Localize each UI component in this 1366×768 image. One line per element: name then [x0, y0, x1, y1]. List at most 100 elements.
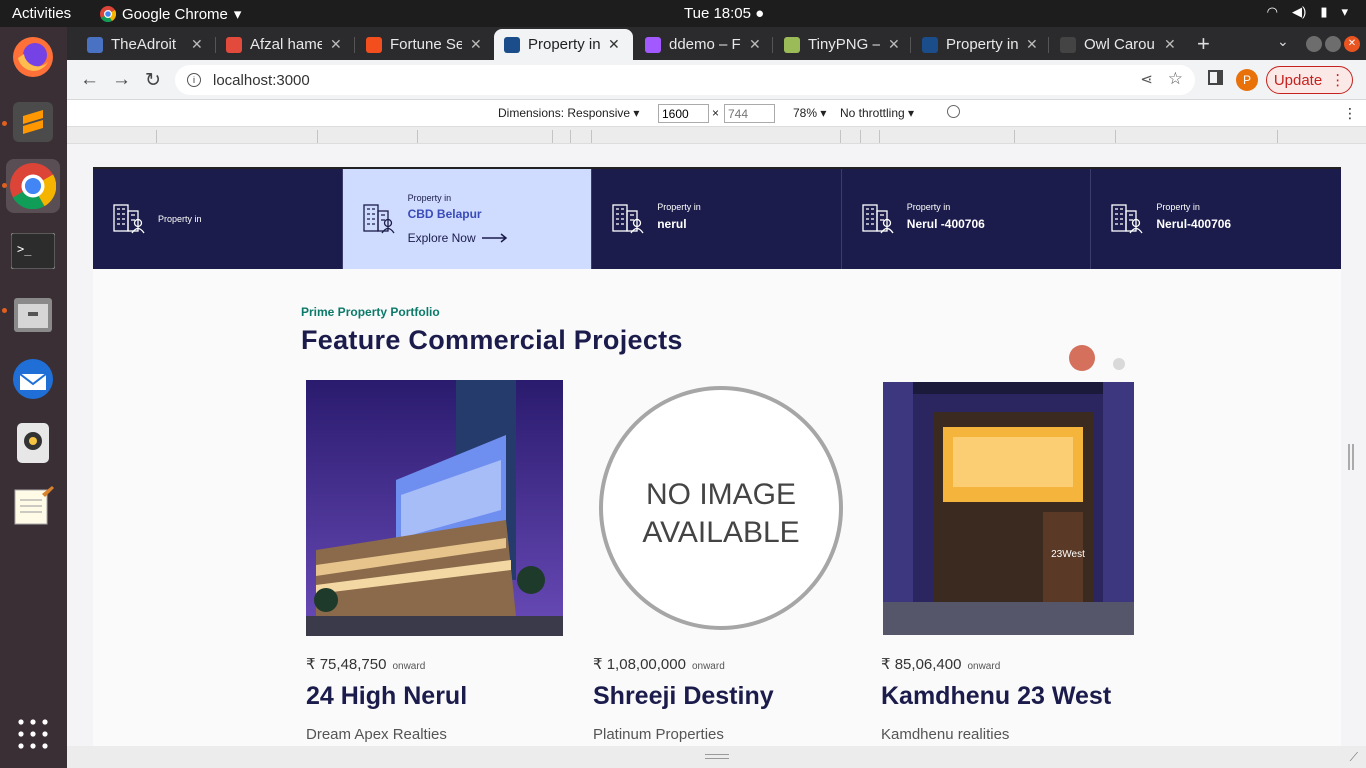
close-tab-icon[interactable]: ✕ — [1164, 36, 1176, 53]
firefox-icon[interactable] — [6, 30, 60, 84]
location-name: nerul — [657, 217, 687, 231]
device-height-input[interactable] — [724, 104, 775, 123]
app-name: Google Chrome — [122, 5, 228, 23]
location-tile-active[interactable]: Property in CBD Belapur Explore Now — [342, 169, 593, 269]
carousel-dot[interactable] — [1113, 358, 1125, 370]
site-info-icon[interactable]: i — [187, 73, 201, 87]
chrome-dock-icon[interactable] — [6, 159, 60, 213]
tab-title: Afzal hame — [250, 36, 322, 53]
tab-search-icon[interactable]: ⌄ — [1277, 33, 1289, 50]
media-query-ruler[interactable] — [67, 127, 1366, 144]
browser-tab[interactable]: ddemo – Fi ✕ — [635, 29, 771, 60]
speaker-app-icon[interactable] — [6, 416, 60, 470]
resize-bar-bottom[interactable]: ⟋ — [67, 746, 1366, 768]
show-applications-icon[interactable] — [6, 707, 60, 761]
carousel-dot-active[interactable] — [1069, 345, 1095, 371]
activities-button[interactable]: Activities — [12, 5, 71, 22]
resize-corner-icon[interactable]: ⟋ — [1350, 750, 1358, 765]
tab-title: Property in — [528, 36, 600, 53]
location-tile[interactable]: Property in nerul — [592, 169, 842, 269]
files-icon[interactable] — [6, 287, 60, 341]
project-price: ₹ 85,06,400 onward — [881, 656, 1001, 673]
browser-tab[interactable]: Fortune Se ✕ — [356, 29, 492, 60]
resize-handle-right-icon[interactable] — [1348, 444, 1354, 470]
forward-icon[interactable]: → — [112, 69, 131, 91]
project-image — [306, 380, 563, 636]
tab-favicon-icon — [645, 36, 661, 53]
rotate-icon[interactable] — [947, 105, 960, 118]
tab-title: ddemo – Fi — [669, 36, 741, 53]
url-text: localhost:3000 — [213, 71, 310, 89]
svg-text:>_: >_ — [17, 242, 32, 256]
location-tile[interactable]: Property in — [93, 169, 343, 269]
browser-toolbar: ← → ↻ i localhost:3000 ⋖ ☆ P Update ⋮ — [67, 60, 1366, 100]
browser-tab-active[interactable]: Property in ✕ — [494, 29, 633, 60]
close-tab-icon[interactable]: ✕ — [330, 36, 342, 53]
location-prefix: Property in — [906, 202, 951, 212]
running-indicator — [2, 183, 7, 188]
project-name: Kamdhenu 23 West — [881, 682, 1112, 710]
project-price: ₹ 1,08,00,000 onward — [593, 656, 725, 673]
project-price: ₹ 75,48,750 onward — [306, 656, 426, 673]
explore-now-link[interactable]: Explore Now — [408, 231, 508, 245]
location-tile[interactable]: Property in Nerul-400706 — [1091, 169, 1341, 269]
side-panel-icon[interactable] — [1208, 70, 1223, 85]
text-editor-icon[interactable] — [6, 479, 60, 533]
maximize-icon[interactable] — [1325, 36, 1341, 52]
dimensions-dropdown[interactable]: Dimensions: Responsive ▾ — [498, 106, 639, 120]
tab-strip: TheAdroit ✕ Afzal hame ✕ Fortune Se ✕ Pr… — [67, 27, 1366, 60]
dock: >_ — [0, 27, 67, 768]
close-tab-icon[interactable]: ✕ — [1026, 36, 1038, 53]
more-options-icon[interactable]: ⋮ — [1343, 105, 1357, 122]
location-prefix: Property in — [407, 193, 452, 203]
svg-text:23West: 23West — [1051, 549, 1085, 560]
update-button[interactable]: Update ⋮ — [1266, 66, 1353, 94]
app-menu[interactable]: Google Chrome ▾ — [100, 5, 241, 23]
page-viewport: Property in Property in CBD Belapur Expl… — [93, 167, 1341, 746]
back-icon[interactable]: ← — [80, 69, 99, 91]
thunderbird-icon[interactable] — [6, 352, 60, 406]
project-developer: Dream Apex Realties — [306, 726, 447, 743]
terminal-icon[interactable]: >_ — [6, 224, 60, 278]
share-icon[interactable]: ⋖ — [1140, 70, 1153, 88]
tab-favicon-icon — [87, 36, 103, 53]
close-tab-icon[interactable]: ✕ — [888, 36, 900, 53]
browser-tab[interactable]: TinyPNG – ✕ — [774, 29, 910, 60]
project-name: Shreeji Destiny — [593, 682, 774, 710]
tab-favicon-icon — [226, 36, 242, 53]
reload-icon[interactable]: ↻ — [145, 69, 161, 92]
close-tab-icon[interactable]: ✕ — [191, 36, 203, 53]
tab-title: TinyPNG – — [808, 36, 880, 53]
browser-tab[interactable]: Afzal hame ✕ — [216, 29, 352, 60]
location-tile[interactable]: Property in Nerul -400706 — [841, 169, 1092, 269]
browser-tab[interactable]: Owl Carou ✕ — [1050, 29, 1186, 60]
zoom-dropdown[interactable]: 78% ▾ — [793, 106, 826, 120]
throttling-dropdown[interactable]: No throttling ▾ — [840, 106, 914, 120]
system-tray[interactable]: ◠ ◀) ▮ ▾ — [1267, 4, 1348, 20]
avatar[interactable]: P — [1236, 69, 1258, 91]
location-prefix: Property in — [657, 202, 701, 212]
dimensions-separator: × — [712, 106, 720, 120]
device-width-input[interactable] — [658, 104, 709, 123]
building-icon — [612, 204, 644, 234]
close-window-icon[interactable]: ✕ — [1344, 36, 1360, 52]
building-icon — [113, 204, 145, 234]
sublime-text-icon[interactable] — [6, 95, 60, 149]
chrome-icon — [100, 6, 116, 22]
bookmark-star-icon[interactable]: ☆ — [1168, 69, 1183, 89]
close-tab-icon[interactable]: ✕ — [608, 36, 620, 53]
project-developer: Platinum Properties — [593, 726, 724, 743]
close-tab-icon[interactable]: ✕ — [749, 36, 761, 53]
wifi-icon: ◠ — [1266, 4, 1278, 19]
close-tab-icon[interactable]: ✕ — [470, 36, 482, 53]
location-name: CBD Belapur — [407, 207, 482, 221]
resize-handle-bottom-icon[interactable] — [705, 754, 729, 759]
browser-tab[interactable]: Property in ✕ — [912, 29, 1048, 60]
running-indicator — [2, 308, 7, 313]
new-tab-icon[interactable]: + — [1197, 31, 1210, 57]
project-developer: Kamdhenu realities — [881, 726, 1010, 743]
minimize-icon[interactable] — [1306, 36, 1322, 52]
browser-tab[interactable]: TheAdroit ✕ — [77, 29, 213, 60]
address-bar[interactable]: i localhost:3000 ⋖ ☆ — [175, 65, 1195, 95]
clock[interactable]: Tue 18:05 ● — [684, 5, 764, 22]
